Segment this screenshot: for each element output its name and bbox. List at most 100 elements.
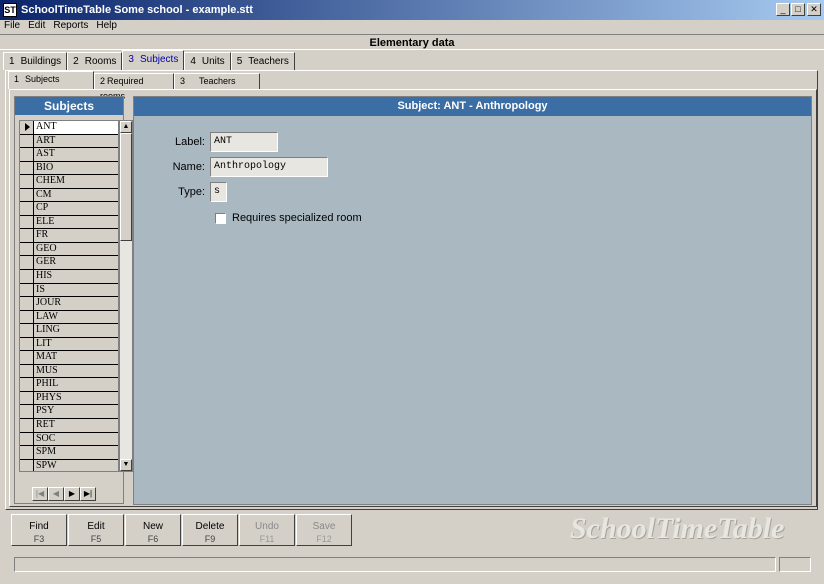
subject-label-cell[interactable]: LAW bbox=[34, 310, 118, 324]
table-row[interactable]: IS bbox=[20, 283, 118, 298]
prev-record-button[interactable]: ◀ bbox=[48, 487, 64, 501]
table-row[interactable]: GER bbox=[20, 256, 118, 271]
subject-label-cell[interactable]: CM bbox=[34, 188, 118, 202]
undo-button[interactable]: Undo F11 bbox=[239, 514, 295, 546]
subject-label-cell[interactable]: ART bbox=[34, 134, 118, 148]
row-indicator bbox=[20, 351, 34, 364]
find-button[interactable]: Find F3 bbox=[11, 514, 67, 546]
tab-units[interactable]: 4 Units bbox=[184, 52, 231, 70]
table-row[interactable]: ART bbox=[20, 134, 118, 149]
maximize-button[interactable]: □ bbox=[791, 3, 805, 16]
table-row[interactable]: SPM bbox=[20, 446, 118, 460]
subject-label-cell[interactable]: SPW bbox=[34, 459, 118, 471]
first-record-button[interactable]: |◀ bbox=[32, 487, 48, 501]
tab-rooms[interactable]: 2 Rooms bbox=[67, 52, 123, 70]
subjects-grid[interactable]: ANT ART AST BIO CHEM CM CP ELE FR GEO GER HIS IS JOUR… bbox=[19, 120, 119, 472]
table-row[interactable]: JOUR bbox=[20, 297, 118, 311]
table-row[interactable]: AST bbox=[20, 148, 118, 162]
row-indicator bbox=[20, 419, 34, 432]
subject-label-cell[interactable]: CHEM bbox=[34, 175, 118, 188]
subject-label-cell[interactable]: JOUR bbox=[34, 297, 118, 310]
table-row[interactable]: MAT bbox=[20, 351, 118, 365]
subject-label-cell[interactable]: SOC bbox=[34, 432, 118, 446]
subject-label-cell[interactable]: LING bbox=[34, 324, 118, 337]
status-bar-panel bbox=[779, 557, 811, 572]
table-row[interactable]: CM bbox=[20, 188, 118, 203]
subject-label-cell[interactable]: PHIL bbox=[34, 378, 118, 391]
close-button[interactable]: ✕ bbox=[807, 3, 821, 16]
tab-number: 5 bbox=[236, 56, 243, 67]
row-indicator bbox=[20, 202, 34, 215]
shortcut-key: F9 bbox=[204, 534, 216, 544]
name-input[interactable]: Anthropology bbox=[210, 157, 328, 177]
table-row[interactable]: PHIL bbox=[20, 378, 118, 392]
subject-label-cell[interactable]: MUS bbox=[34, 364, 118, 378]
scroll-up-button[interactable]: ▲ bbox=[120, 121, 132, 133]
subject-label-cell[interactable]: AST bbox=[34, 148, 118, 161]
new-button[interactable]: New F6 bbox=[125, 514, 181, 546]
table-row[interactable]: FR bbox=[20, 229, 118, 243]
table-row[interactable]: SPW bbox=[20, 459, 118, 471]
table-row[interactable]: SOC bbox=[20, 432, 118, 447]
table-row[interactable]: ANT bbox=[20, 121, 118, 135]
subtab-subjects[interactable]: 1 Subjects bbox=[8, 71, 94, 89]
table-row[interactable]: LING bbox=[20, 324, 118, 338]
label-caption: Label: bbox=[175, 136, 205, 148]
menu-reports[interactable]: Reports bbox=[49, 19, 92, 33]
subject-label-cell[interactable]: IS bbox=[34, 283, 118, 297]
tab-subjects[interactable]: 3 Subjects bbox=[122, 50, 185, 70]
row-indicator bbox=[20, 310, 34, 324]
type-caption: Type: bbox=[178, 186, 205, 198]
requires-room-checkbox[interactable] bbox=[215, 212, 226, 224]
subject-label-cell[interactable]: FR bbox=[34, 229, 118, 242]
subject-label-cell[interactable]: MAT bbox=[34, 351, 118, 364]
subject-label-cell[interactable]: HIS bbox=[34, 270, 118, 283]
table-row[interactable]: RET bbox=[20, 419, 118, 433]
subjects-scrollbar[interactable]: ▲ ▼ bbox=[119, 120, 133, 472]
table-row[interactable]: ELE bbox=[20, 215, 118, 230]
subject-label-cell[interactable]: PSY bbox=[34, 405, 118, 419]
subject-label-cell[interactable]: LIT bbox=[34, 337, 118, 351]
label-input[interactable]: ANT bbox=[210, 132, 278, 152]
subject-label-cell[interactable]: CP bbox=[34, 202, 118, 215]
tab-teachers[interactable]: 5 Teachers bbox=[230, 52, 295, 70]
delete-button[interactable]: Delete F9 bbox=[182, 514, 238, 546]
scroll-thumb[interactable] bbox=[120, 133, 132, 241]
table-row[interactable]: LIT bbox=[20, 337, 118, 352]
subject-label-cell[interactable]: GER bbox=[34, 256, 118, 270]
subtab-teachers[interactable]: 3 Teachers bbox=[174, 73, 260, 89]
table-row[interactable]: CP bbox=[20, 202, 118, 216]
subtab-required-rooms[interactable]: 2Required rooms bbox=[94, 73, 174, 101]
subject-label-cell[interactable]: GEO bbox=[34, 242, 118, 256]
menu-help[interactable]: Help bbox=[92, 19, 121, 33]
shortcut-key: F3 bbox=[33, 534, 45, 544]
table-row[interactable]: BIO bbox=[20, 161, 118, 176]
scroll-down-button[interactable]: ▼ bbox=[120, 459, 132, 471]
subject-label-cell[interactable]: RET bbox=[34, 419, 118, 432]
subject-label-cell[interactable]: BIO bbox=[34, 161, 118, 175]
requires-room-label[interactable]: Requires specialized room bbox=[232, 212, 362, 224]
menu-file[interactable]: File bbox=[0, 19, 24, 33]
table-row[interactable]: HIS bbox=[20, 270, 118, 284]
table-row[interactable]: GEO bbox=[20, 242, 118, 257]
subject-label-cell[interactable]: ELE bbox=[34, 215, 118, 229]
table-row[interactable]: PSY bbox=[20, 405, 118, 420]
tab-buildings[interactable]: 1 Buildings bbox=[3, 52, 68, 70]
subject-label-cell[interactable]: SPM bbox=[34, 446, 118, 459]
subject-label-cell[interactable]: ANT bbox=[34, 121, 118, 134]
table-row[interactable]: MUS bbox=[20, 364, 118, 379]
menu-edit[interactable]: Edit bbox=[24, 19, 49, 33]
save-button[interactable]: Save F12 bbox=[296, 514, 352, 546]
table-row[interactable]: CHEM bbox=[20, 175, 118, 189]
edit-button[interactable]: Edit F5 bbox=[68, 514, 124, 546]
table-row[interactable]: PHYS bbox=[20, 391, 118, 406]
minimize-button[interactable]: _ bbox=[776, 3, 790, 16]
next-record-button[interactable]: ▶ bbox=[64, 487, 80, 501]
last-record-button[interactable]: ▶| bbox=[80, 487, 96, 501]
type-input[interactable]: s bbox=[210, 182, 227, 202]
requires-room-row[interactable]: Requires specialized room bbox=[215, 212, 362, 224]
row-indicator bbox=[20, 148, 34, 161]
subject-label-cell[interactable]: PHYS bbox=[34, 391, 118, 405]
table-row[interactable]: LAW bbox=[20, 310, 118, 325]
title-bar: ST SchoolTimeTable Some school - example… bbox=[0, 0, 824, 20]
